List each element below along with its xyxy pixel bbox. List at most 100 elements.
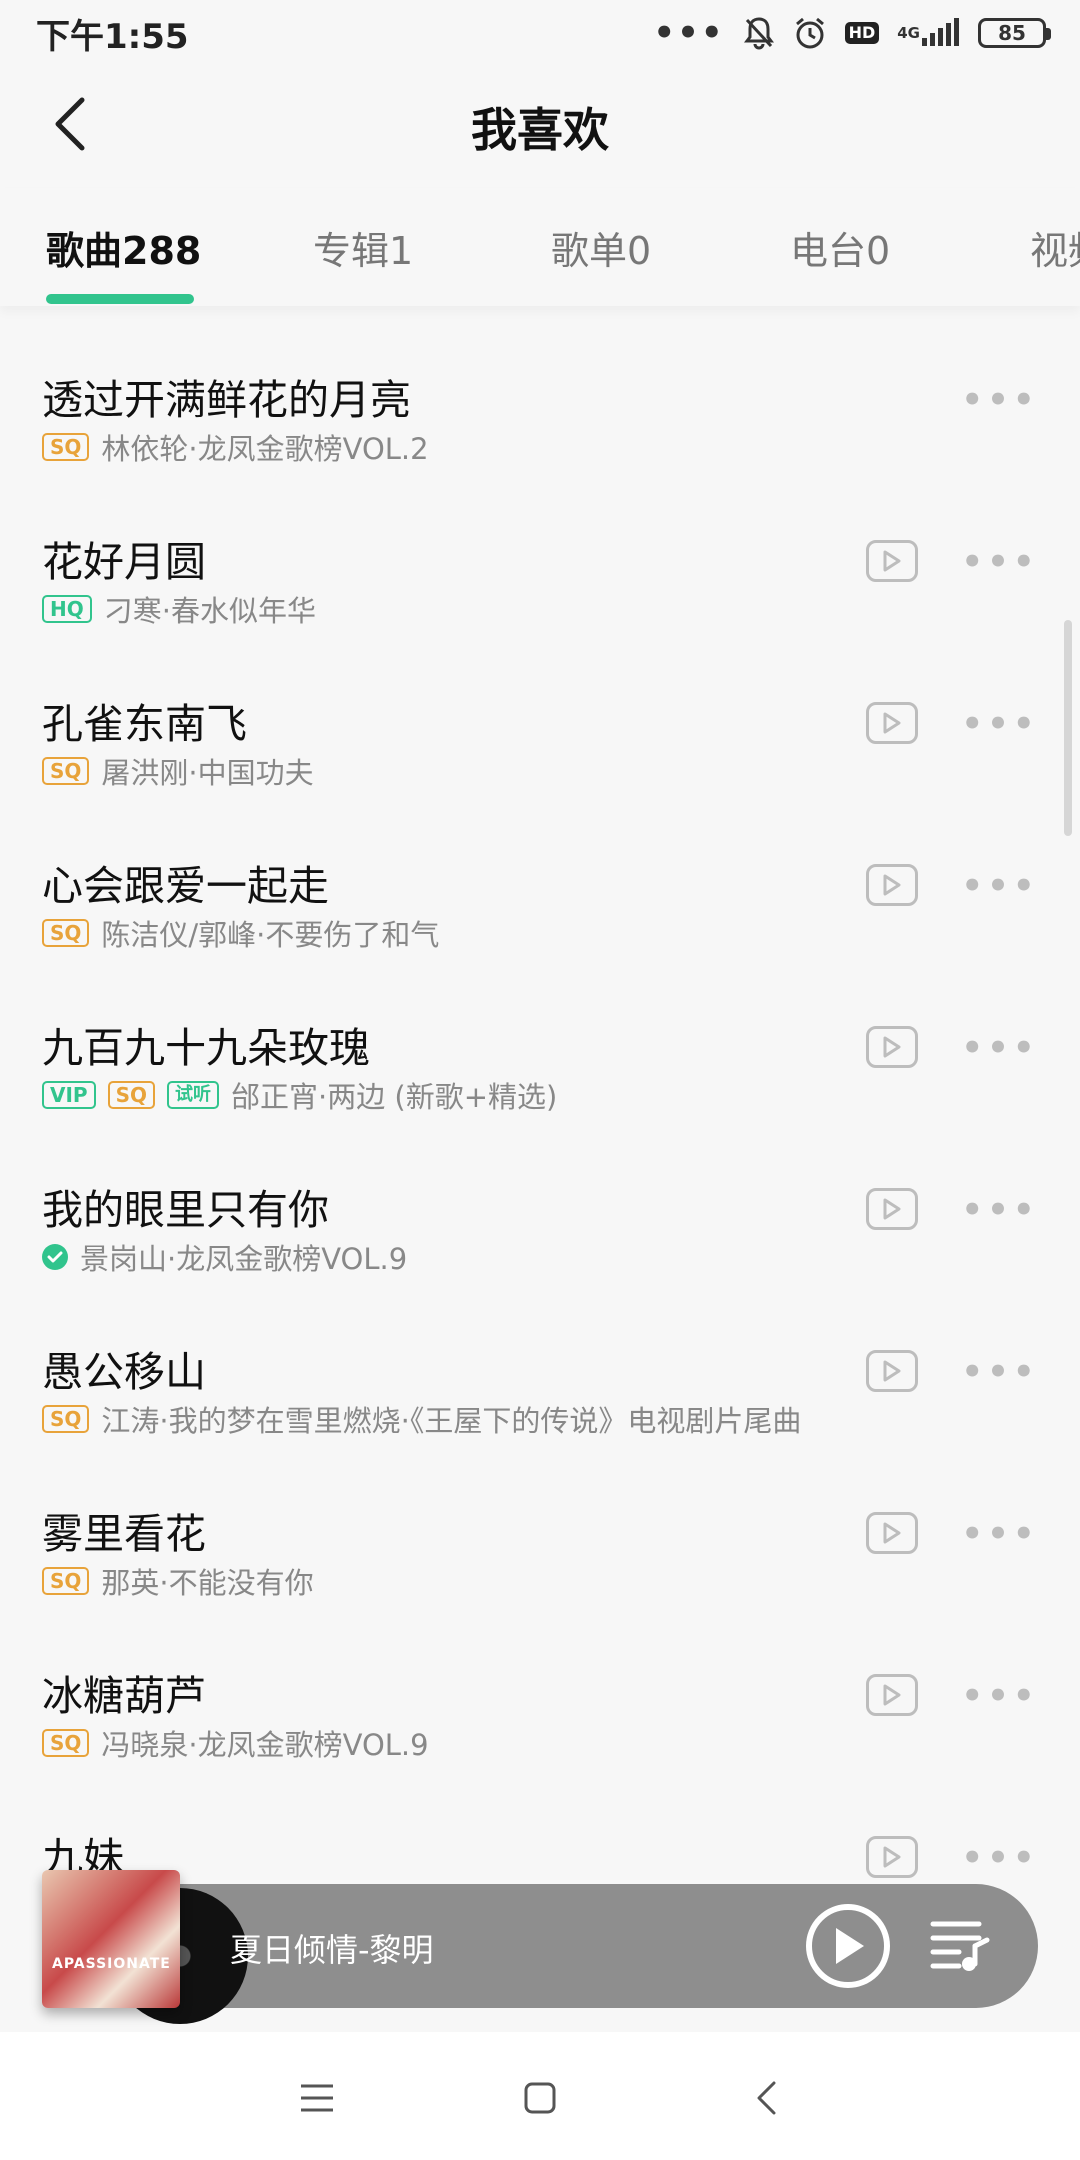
song-title: 心会跟爱一起走 bbox=[42, 862, 329, 910]
more-options-button[interactable]: ••• bbox=[961, 536, 1034, 588]
song-title: 孔雀东南飞 bbox=[42, 700, 247, 748]
more-options-button[interactable]: ••• bbox=[961, 374, 1034, 426]
scrollbar[interactable] bbox=[1064, 620, 1072, 836]
song-row[interactable]: 我的眼里只有你 景岗山·龙凤金歌榜VOL.9 ••• bbox=[0, 1132, 1080, 1294]
playlist-icon bbox=[930, 1921, 990, 1971]
play-triangle-icon bbox=[883, 1522, 901, 1544]
sq-badge: SQ bbox=[107, 1081, 155, 1109]
song-row[interactable]: 九百九十九朵玫瑰 VIP SQ 试听 邰正宵·两边 (新歌+精选) ••• bbox=[0, 970, 1080, 1132]
song-title: 透过开满鲜花的月亮 bbox=[42, 376, 411, 424]
song-subtitle-row: SQ 冯晓泉·龙凤金歌榜VOL.9 bbox=[42, 1722, 429, 1764]
play-triangle-icon bbox=[883, 1198, 901, 1220]
back-nav-button[interactable] bbox=[736, 2068, 796, 2128]
song-title: 九百九十九朵玫瑰 bbox=[42, 1024, 370, 1072]
trial-badge: 试听 bbox=[166, 1081, 219, 1109]
tab-songs[interactable]: 歌曲288 bbox=[46, 220, 201, 275]
mv-play-button[interactable] bbox=[866, 1836, 918, 1878]
song-artist-album: 刁寒·春水似年华 bbox=[103, 594, 316, 628]
play-triangle-icon bbox=[883, 1036, 901, 1058]
cover-text: APASSIONATE bbox=[52, 1956, 171, 1972]
downloaded-check-icon bbox=[42, 1244, 68, 1270]
song-row[interactable]: 心会跟爱一起走 SQ 陈洁仪/郭峰·不要伤了和气 ••• bbox=[0, 808, 1080, 970]
song-row[interactable]: 透过开满鲜花的月亮 SQ 林依轮·龙凤金歌榜VOL.2 ••• bbox=[0, 322, 1080, 484]
more-options-button[interactable]: ••• bbox=[961, 1346, 1034, 1398]
more-options-button[interactable]: ••• bbox=[961, 1508, 1034, 1560]
song-row[interactable]: 雾里看花 SQ 那英·不能没有你 ••• bbox=[0, 1456, 1080, 1618]
more-options-button[interactable]: ••• bbox=[961, 1670, 1034, 1722]
back-chevron-icon bbox=[757, 2081, 776, 2115]
now-playing-title[interactable]: 夏日倾情-黎明 bbox=[230, 1925, 434, 1971]
menu-nav-button[interactable] bbox=[287, 2068, 347, 2128]
song-subtitle-row: SQ 那英·不能没有你 bbox=[42, 1560, 314, 1602]
play-triangle-icon bbox=[883, 1846, 901, 1868]
song-artist-album: 邰正宵·两边 (新歌+精选) bbox=[230, 1080, 558, 1114]
song-subtitle-row: SQ 陈洁仪/郭峰·不要伤了和气 bbox=[42, 912, 439, 954]
menu-icon bbox=[301, 2084, 333, 2112]
song-artist-album: 陈洁仪/郭峰·不要伤了和气 bbox=[101, 918, 440, 952]
battery-level: 85 bbox=[998, 21, 1026, 45]
tab-videos[interactable]: 视频 bbox=[1030, 220, 1080, 275]
song-title: 雾里看花 bbox=[42, 1510, 206, 1558]
song-subtitle-row: HQ 刁寒·春水似年华 bbox=[42, 588, 316, 630]
tab-albums[interactable]: 专辑1 bbox=[313, 220, 413, 275]
home-nav-button[interactable] bbox=[510, 2068, 570, 2128]
song-row[interactable]: 孔雀东南飞 SQ 屠洪刚·中国功夫 ••• bbox=[0, 646, 1080, 808]
playlist-queue-button[interactable] bbox=[928, 1915, 992, 1975]
song-list: 透过开满鲜花的月亮 SQ 林依轮·龙凤金歌榜VOL.2 ••• 花好月圆 HQ … bbox=[0, 322, 1080, 1942]
status-icons: ••• HD 4G 85 bbox=[653, 13, 1051, 53]
home-square-icon bbox=[524, 2082, 556, 2114]
more-dots-icon: ••• bbox=[653, 13, 725, 53]
song-artist-album: 江涛·我的梦在雪里燃烧·《王屋下的传说》电视剧片尾曲 bbox=[101, 1404, 802, 1438]
network-type: 4G bbox=[897, 23, 920, 42]
album-cover[interactable]: APASSIONATE bbox=[42, 1870, 180, 2008]
chevron-left-icon bbox=[52, 96, 88, 156]
sq-badge: SQ bbox=[42, 919, 90, 947]
tab-bar: 歌曲288 专辑1 歌单0 电台0 视频 bbox=[0, 188, 1080, 306]
more-options-button[interactable]: ••• bbox=[961, 1022, 1034, 1074]
tab-playlists[interactable]: 歌单0 bbox=[551, 220, 651, 275]
song-title: 愚公移山 bbox=[42, 1348, 206, 1396]
mv-play-button[interactable] bbox=[866, 1188, 918, 1230]
mv-play-button[interactable] bbox=[866, 702, 918, 744]
sq-badge: SQ bbox=[42, 1729, 90, 1757]
song-subtitle-row: SQ 屠洪刚·中国功夫 bbox=[42, 750, 314, 792]
battery-icon: 85 bbox=[978, 18, 1051, 48]
more-options-button[interactable]: ••• bbox=[961, 1832, 1034, 1884]
play-icon bbox=[836, 1928, 864, 1964]
play-triangle-icon bbox=[883, 1684, 901, 1706]
more-options-button[interactable]: ••• bbox=[961, 860, 1034, 912]
song-artist-album: 那英·不能没有你 bbox=[101, 1566, 314, 1600]
song-title: 我的眼里只有你 bbox=[42, 1186, 329, 1234]
hd-icon: HD bbox=[844, 22, 880, 44]
song-title: 花好月圆 bbox=[42, 538, 206, 586]
back-button[interactable] bbox=[40, 96, 100, 156]
mv-play-button[interactable] bbox=[866, 1350, 918, 1392]
song-artist-album: 屠洪刚·中国功夫 bbox=[101, 756, 314, 790]
song-artist-album: 林依轮·龙凤金歌榜VOL.2 bbox=[101, 432, 429, 466]
mv-play-button[interactable] bbox=[866, 1674, 918, 1716]
more-options-button[interactable]: ••• bbox=[961, 698, 1034, 750]
hq-badge: HQ bbox=[42, 595, 92, 623]
song-row[interactable]: 冰糖葫芦 SQ 冯晓泉·龙凤金歌榜VOL.9 ••• bbox=[0, 1618, 1080, 1780]
song-artist-album: 景岗山·龙凤金歌榜VOL.9 bbox=[80, 1242, 408, 1276]
song-row[interactable]: 花好月圆 HQ 刁寒·春水似年华 ••• bbox=[0, 484, 1080, 646]
sq-badge: SQ bbox=[42, 757, 90, 785]
vip-badge: VIP bbox=[42, 1081, 96, 1109]
song-subtitle-row: SQ 江涛·我的梦在雪里燃烧·《王屋下的传说》电视剧片尾曲 bbox=[42, 1398, 801, 1440]
tab-radio[interactable]: 电台0 bbox=[790, 220, 890, 275]
sq-badge: SQ bbox=[42, 1405, 90, 1433]
song-row[interactable]: 愚公移山 SQ 江涛·我的梦在雪里燃烧·《王屋下的传说》电视剧片尾曲 ••• bbox=[0, 1294, 1080, 1456]
status-bar: 下午1:55 ••• HD 4G 85 bbox=[0, 0, 1080, 66]
song-subtitle-row: SQ 林依轮·龙凤金歌榜VOL.2 bbox=[42, 426, 429, 468]
mv-play-button[interactable] bbox=[866, 540, 918, 582]
more-options-button[interactable]: ••• bbox=[961, 1184, 1034, 1236]
mv-play-button[interactable] bbox=[866, 1512, 918, 1554]
play-triangle-icon bbox=[883, 712, 901, 734]
sq-badge: SQ bbox=[42, 1567, 90, 1595]
play-triangle-icon bbox=[883, 874, 901, 896]
play-button[interactable] bbox=[806, 1904, 890, 1988]
mv-play-button[interactable] bbox=[866, 1026, 918, 1068]
status-time: 下午1:55 bbox=[36, 16, 189, 57]
song-subtitle-row: VIP SQ 试听 邰正宵·两边 (新歌+精选) bbox=[42, 1074, 557, 1116]
mv-play-button[interactable] bbox=[866, 864, 918, 906]
